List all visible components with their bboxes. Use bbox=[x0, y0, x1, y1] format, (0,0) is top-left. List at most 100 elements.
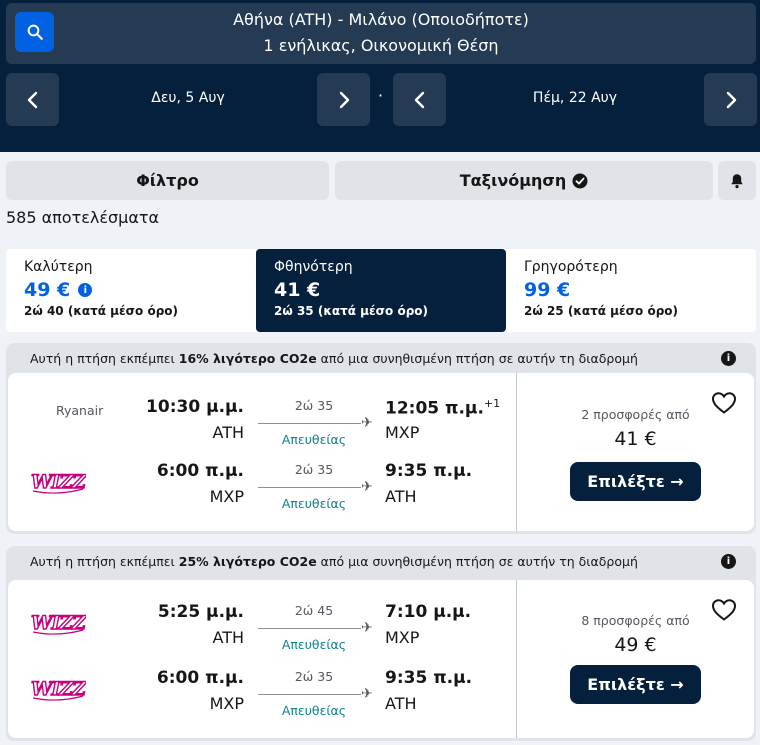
departure-airport: MXP bbox=[209, 487, 244, 506]
flight-card-body[interactable]: Ryanair 10:30 μ.μ. ATH 2ώ 35 ✈ Απευθείας… bbox=[8, 373, 754, 531]
tab-price: 41 € bbox=[274, 279, 488, 301]
tab-price-value: 49 € bbox=[24, 279, 71, 301]
flight-card: Αυτή η πτήση εκπέμπει 16% λιγότερο CO2e … bbox=[6, 343, 756, 534]
day-offset: +1 bbox=[483, 397, 501, 410]
tab-title: Φθηνότερη bbox=[274, 259, 353, 275]
search-summary[interactable]: Αθήνα (ATH) - Μιλάνο (Οποιοδήποτε) 1 ενή… bbox=[6, 3, 756, 64]
search-header: Αθήνα (ATH) - Μιλάνο (Οποιοδήποτε) 1 ενή… bbox=[0, 0, 760, 152]
check-circle-icon bbox=[572, 173, 588, 188]
chevron-right-icon bbox=[339, 91, 349, 108]
select-button[interactable]: Επιλέξτε → bbox=[570, 665, 701, 704]
return-next-button[interactable] bbox=[704, 73, 757, 126]
flight-leg-outbound: Ryanair 10:30 μ.μ. ATH 2ώ 35 ✈ Απευθείας… bbox=[8, 393, 516, 453]
plane-icon: ✈ bbox=[361, 415, 373, 431]
return-prev-button[interactable] bbox=[393, 73, 446, 126]
route-line bbox=[258, 487, 361, 488]
price-alert-button[interactable] bbox=[718, 161, 756, 200]
sort-tabs: Καλύτερη 49 € i 2ώ 40 (κατά μέσο όρο) Φθ… bbox=[6, 249, 756, 332]
departure-airport: ATH bbox=[212, 423, 244, 442]
arrival-airport: ATH bbox=[385, 694, 417, 713]
tab-duration: 2ώ 35 (κατά μέσο όρο) bbox=[274, 304, 429, 318]
flight-duration: 2ώ 45 bbox=[294, 603, 334, 618]
flight-price: 41 € bbox=[614, 428, 657, 450]
wizz-logo: WIZZ bbox=[30, 677, 86, 700]
flight-leg-return: WIZZ 6:00 π.μ. MXP 2ώ 35 ✈ Απευθείας 9:3… bbox=[8, 664, 516, 724]
wizz-logo-text: WIZZ bbox=[31, 471, 86, 493]
filter-button[interactable]: Φίλτρο bbox=[6, 161, 329, 200]
co2-notice: Αυτή η πτήση εκπέμπει 25% λιγότερο CO2e … bbox=[6, 546, 756, 576]
departure-airport: ATH bbox=[212, 628, 244, 647]
co2-text: από μια συνηθισμένη πτήση σε αυτήν τη δι… bbox=[316, 553, 638, 569]
wizz-logo-text: WIZZ bbox=[31, 612, 86, 634]
co2-text: Αυτή η πτήση εκπέμπει bbox=[30, 553, 179, 569]
departure-time: 10:30 μ.μ. bbox=[146, 397, 244, 417]
plane-icon: ✈ bbox=[361, 620, 373, 636]
route-line bbox=[258, 628, 361, 629]
wizz-logo: WIZZ bbox=[30, 611, 86, 634]
chevron-right-icon bbox=[726, 91, 736, 108]
flight-duration: 2ώ 35 bbox=[294, 398, 334, 413]
sort-label: Ταξινόμηση bbox=[459, 171, 567, 190]
arrival-airport: ATH bbox=[385, 487, 417, 506]
sort-button[interactable]: Ταξινόμηση bbox=[335, 161, 713, 200]
co2-highlight: 16% λιγότερο CO2e bbox=[178, 350, 317, 366]
return-date[interactable]: Πέμ, 22 Αυγ bbox=[446, 90, 704, 106]
arrival-time: 7:10 μ.μ. bbox=[385, 602, 472, 622]
depart-date[interactable]: Δευ, 5 Αυγ bbox=[59, 90, 317, 106]
date-selector: Δευ, 5 Αυγ · Πέμ, 22 Αυγ bbox=[0, 73, 760, 126]
tab-best[interactable]: Καλύτερη 49 € i 2ώ 40 (κατά μέσο όρο) bbox=[6, 249, 256, 332]
tab-duration: 2ώ 40 (κατά μέσο όρο) bbox=[24, 304, 179, 318]
arrival-airport: MXP bbox=[385, 423, 420, 442]
flight-leg-return: WIZZ 6:00 π.μ. MXP 2ώ 35 ✈ Απευθείας 9:3… bbox=[8, 457, 516, 517]
stops-label: Απευθείας bbox=[281, 637, 347, 652]
plane-icon: ✈ bbox=[361, 686, 373, 702]
arrival-time: 12:05 π.μ.+1 bbox=[385, 397, 500, 419]
airline-name: Ryanair bbox=[56, 403, 104, 418]
tab-price: 99 € bbox=[524, 279, 738, 301]
card-divider bbox=[516, 580, 517, 738]
tab-cheapest[interactable]: Φθηνότερη 41 € 2ώ 35 (κατά μέσο όρο) bbox=[256, 249, 506, 332]
passenger-class: 1 ενήλικας, Οικονομική Θέση bbox=[263, 36, 499, 55]
departure-airport: MXP bbox=[209, 694, 244, 713]
chevron-left-icon bbox=[414, 91, 424, 108]
co2-text: Αυτή η πτήση εκπέμπει bbox=[30, 350, 179, 366]
chevron-left-icon bbox=[27, 91, 37, 108]
tab-price-value: 41 € bbox=[274, 279, 321, 301]
stops-label: Απευθείας bbox=[281, 496, 347, 511]
co2-highlight: 25% λιγότερο CO2e bbox=[178, 553, 317, 569]
info-icon[interactable]: i bbox=[721, 554, 736, 569]
select-button[interactable]: Επιλέξτε → bbox=[570, 462, 701, 501]
offers-count: 2 προσφορές από bbox=[581, 407, 690, 422]
select-button-label: Επιλέξτε → bbox=[587, 472, 684, 491]
departure-time: 6:00 π.μ. bbox=[156, 461, 244, 481]
wizz-logo-text: WIZZ bbox=[31, 678, 86, 700]
flight-price: 49 € bbox=[614, 634, 657, 656]
tab-fastest[interactable]: Γρηγορότερη 99 € 2ώ 25 (κατά μέσο όρο) bbox=[506, 249, 756, 332]
tab-title: Καλύτερη bbox=[24, 259, 93, 275]
depart-prev-button[interactable] bbox=[6, 73, 59, 126]
flight-card: Αυτή η πτήση εκπέμπει 25% λιγότερο CO2e … bbox=[6, 546, 756, 741]
depart-next-button[interactable] bbox=[317, 73, 370, 126]
info-icon[interactable]: i bbox=[78, 283, 93, 297]
tab-price-value: 99 € bbox=[524, 279, 571, 301]
date-separator: · bbox=[378, 86, 384, 105]
arrival-airport: MXP bbox=[385, 628, 420, 647]
arrival-time: 9:35 π.μ. bbox=[385, 461, 473, 481]
filter-label: Φίλτρο bbox=[136, 171, 199, 190]
info-icon[interactable]: i bbox=[721, 351, 736, 366]
results-count: 585 αποτελέσματα bbox=[6, 208, 160, 227]
route-title: Αθήνα (ATH) - Μιλάνο (Οποιοδήποτε) bbox=[233, 10, 529, 29]
wizz-logo: WIZZ bbox=[30, 470, 86, 493]
route-line bbox=[258, 423, 361, 424]
plane-icon: ✈ bbox=[361, 479, 373, 495]
flight-card-body[interactable]: WIZZ 5:25 μ.μ. ATH 2ώ 45 ✈ Απευθείας 7:1… bbox=[8, 580, 754, 738]
select-button-label: Επιλέξτε → bbox=[587, 675, 684, 694]
co2-notice: Αυτή η πτήση εκπέμπει 16% λιγότερο CO2e … bbox=[6, 343, 756, 373]
card-divider bbox=[516, 373, 517, 531]
flight-leg-outbound: WIZZ 5:25 μ.μ. ATH 2ώ 45 ✈ Απευθείας 7:1… bbox=[8, 598, 516, 658]
offers-count: 8 προσφορές από bbox=[581, 613, 690, 628]
bell-icon bbox=[731, 173, 743, 188]
departure-time: 6:00 π.μ. bbox=[156, 668, 244, 688]
co2-text: από μια συνηθισμένη πτήση σε αυτήν τη δι… bbox=[316, 350, 638, 366]
arrival-time: 9:35 π.μ. bbox=[385, 668, 473, 688]
